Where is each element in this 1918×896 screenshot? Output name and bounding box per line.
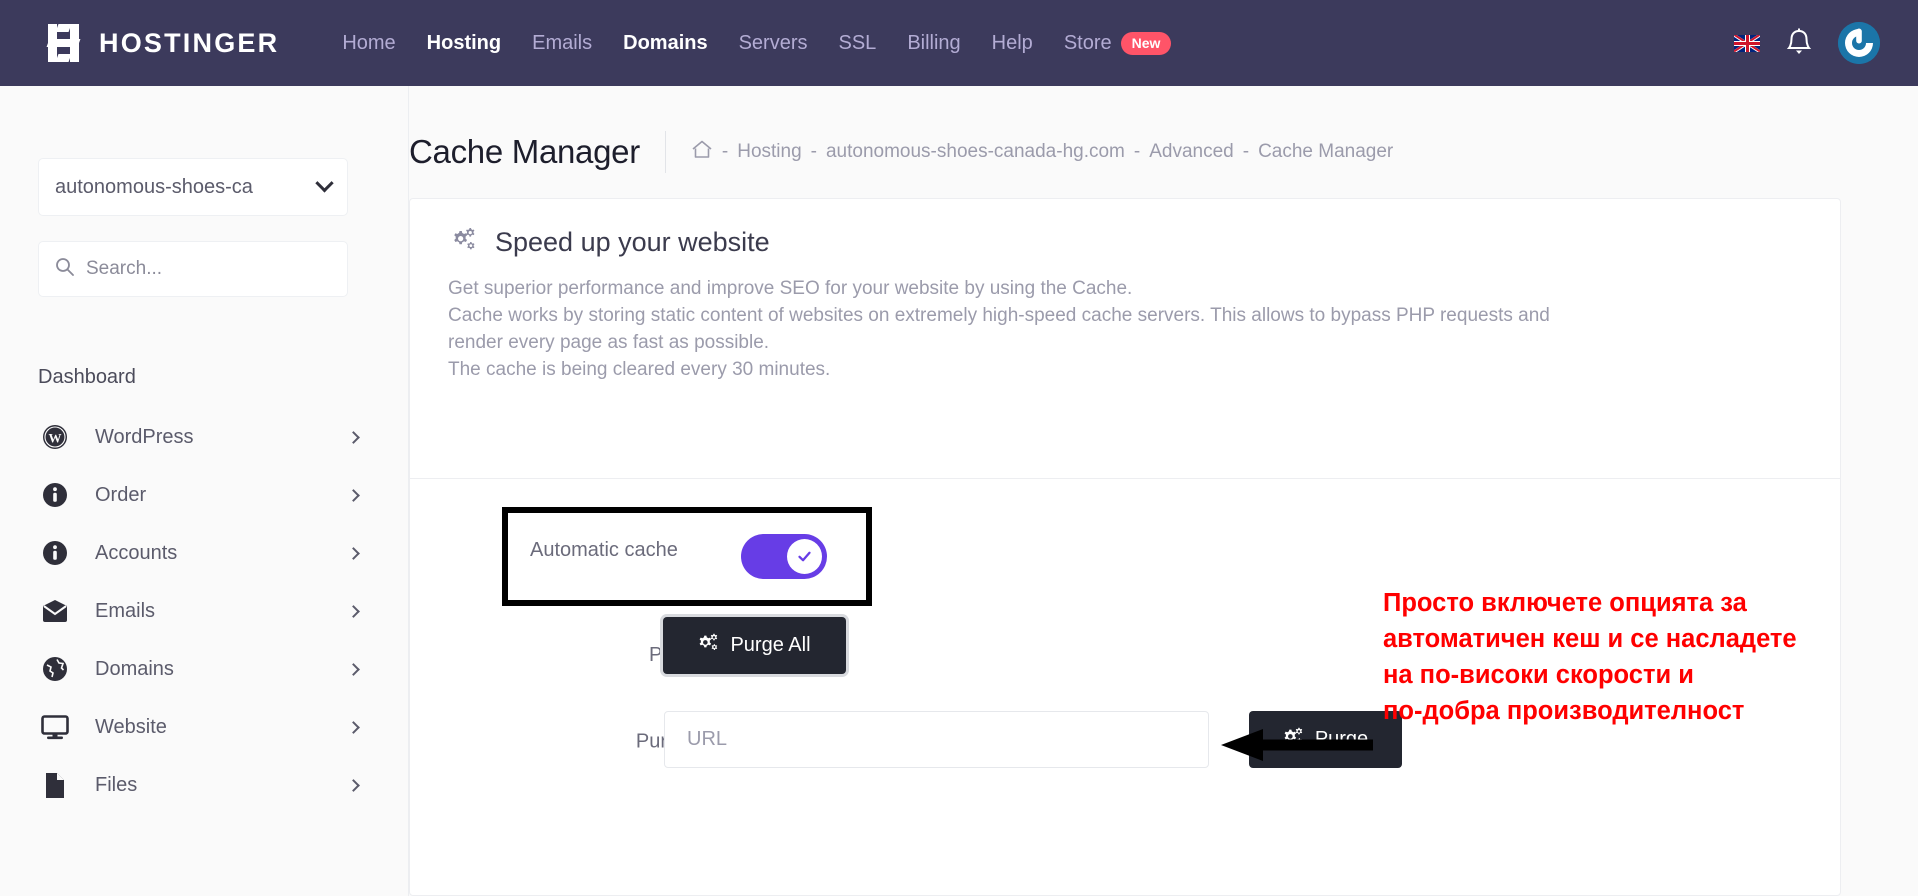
description-line: Get superior performance and improve SEO… <box>448 278 1133 299</box>
brand-name: HOSTINGER <box>99 27 280 58</box>
automatic-cache-toggle[interactable] <box>741 534 827 579</box>
sidebar-item-label: Domains <box>95 657 174 680</box>
breadcrumb-separator: - <box>1242 141 1250 162</box>
search-icon <box>55 257 74 281</box>
nav-item-home[interactable]: Home <box>342 32 395 55</box>
breadcrumb-item-current: Cache Manager <box>1258 141 1394 162</box>
sidebar-menu: W WordPress Order Accounts Emails Domain… <box>38 408 370 814</box>
sidebar-item-order[interactable]: Order <box>38 466 370 524</box>
sidebar: autonomous-shoes-ca Dashboard W <box>0 86 409 896</box>
annotation-line: по-добра производителност <box>1383 697 1745 725</box>
nav-right-actions <box>1734 0 1880 86</box>
store-new-badge: New <box>1120 31 1172 55</box>
hostinger-logo[interactable]: HOSTINGER <box>46 24 280 62</box>
nav-item-store-wrap: Store New <box>1064 31 1172 55</box>
annotation-line: Просто включете опцията за <box>1383 589 1747 617</box>
annotation-line: на по-високи скорости и <box>1383 661 1694 689</box>
nav-item-servers[interactable]: Servers <box>739 32 808 55</box>
card-description: Get superior performance and improve SEO… <box>410 259 1840 383</box>
purge-all-button-label: Purge All <box>730 634 811 656</box>
info-circle-icon <box>38 540 72 566</box>
chevron-right-icon <box>347 430 360 444</box>
info-circle-icon <box>38 482 72 508</box>
globe-icon <box>38 656 72 682</box>
sidebar-item-label: Emails <box>95 599 156 622</box>
nav-item-ssl[interactable]: SSL <box>839 32 877 55</box>
nav-item-billing[interactable]: Billing <box>907 32 960 55</box>
sidebar-item-label: Website <box>95 715 167 738</box>
sidebar-item-label: Accounts <box>95 541 178 564</box>
sidebar-section-label: Dashboard <box>38 366 136 388</box>
left-arrow-icon <box>1221 729 1373 761</box>
svg-text:W: W <box>49 431 62 446</box>
hostinger-logo-icon <box>46 24 84 62</box>
main-content: Cache Manager - Hosting - autonomous-sho… <box>409 86 1918 896</box>
nav-item-help[interactable]: Help <box>992 32 1033 55</box>
breadcrumb-item-advanced[interactable]: Advanced <box>1149 141 1234 163</box>
breadcrumb: - Hosting - autonomous-shoes-canada-hg.c… <box>691 139 1393 165</box>
sidebar-item-emails[interactable]: Emails <box>38 582 370 640</box>
top-navigation-bar: HOSTINGER Home Hosting Emails Domains Se… <box>0 0 1918 86</box>
sidebar-item-accounts[interactable]: Accounts <box>38 524 370 582</box>
page-body: autonomous-shoes-ca Dashboard W <box>0 86 1918 896</box>
breadcrumb-item-hosting[interactable]: Hosting <box>737 141 801 163</box>
sidebar-item-label: Files <box>95 773 138 796</box>
card-divider <box>410 478 1840 479</box>
cogs-icon <box>698 633 719 658</box>
domain-selector-value: autonomous-shoes-ca <box>55 175 253 198</box>
header-divider <box>664 131 666 173</box>
description-line: Cache works by storing static content of… <box>448 305 1550 326</box>
cache-manager-card: Speed up your website Get superior perfo… <box>409 198 1841 896</box>
annotation-text: Просто включете опцията за автоматичен к… <box>1383 585 1913 729</box>
sidebar-item-wordpress[interactable]: W WordPress <box>38 408 370 466</box>
monitor-icon <box>38 714 72 740</box>
sidebar-item-label: Order <box>95 483 147 506</box>
domain-selector[interactable]: autonomous-shoes-ca <box>38 158 348 216</box>
sidebar-item-label: WordPress <box>95 425 194 448</box>
nav-item-store[interactable]: Store <box>1064 32 1112 55</box>
main-nav: Home Hosting Emails Domains Servers SSL … <box>342 31 1172 55</box>
search-input[interactable] <box>86 258 316 280</box>
check-icon <box>798 551 811 562</box>
chevron-right-icon <box>347 546 360 560</box>
annotation-line: автоматичен кеш и се насладете <box>1383 625 1797 653</box>
wordpress-icon: W <box>38 424 72 450</box>
sidebar-item-domains[interactable]: Domains <box>38 640 370 698</box>
breadcrumb-separator: - <box>810 141 817 162</box>
chevron-right-icon <box>347 720 360 734</box>
purge-url-input[interactable] <box>664 711 1209 768</box>
sidebar-item-files[interactable]: Files <box>38 756 370 814</box>
home-icon[interactable] <box>691 139 713 165</box>
file-icon <box>38 772 72 799</box>
bell-icon[interactable] <box>1786 28 1812 58</box>
automatic-cache-label: Automatic cache <box>530 539 678 561</box>
chevron-down-icon <box>315 173 334 192</box>
breadcrumb-separator: - <box>721 141 729 162</box>
page-header: Cache Manager - Hosting - autonomous-sho… <box>409 131 1393 173</box>
uk-flag-icon[interactable] <box>1734 34 1760 52</box>
nav-item-domains[interactable]: Domains <box>623 32 707 55</box>
card-title: Speed up your website <box>495 227 770 257</box>
purge-all-button[interactable]: Purge All <box>663 617 846 674</box>
envelope-icon <box>38 600 72 622</box>
description-line: The cache is being cleared every 30 minu… <box>448 359 831 380</box>
description-line: render every page as fast as possible. <box>448 332 770 353</box>
chevron-right-icon <box>347 604 360 618</box>
gravatar-icon <box>1838 22 1880 64</box>
page-title: Cache Manager <box>409 133 640 170</box>
toggle-knob <box>787 539 822 574</box>
breadcrumb-separator: - <box>1133 141 1141 162</box>
sidebar-search[interactable] <box>38 241 348 297</box>
nav-item-emails[interactable]: Emails <box>532 32 592 55</box>
chevron-right-icon <box>347 778 360 792</box>
card-header: Speed up your website <box>410 199 1840 259</box>
sidebar-item-website[interactable]: Website <box>38 698 370 756</box>
nav-item-hosting[interactable]: Hosting <box>427 32 501 55</box>
chevron-right-icon <box>347 662 360 676</box>
chevron-right-icon <box>347 488 360 502</box>
cogs-icon <box>448 226 478 259</box>
avatar[interactable] <box>1838 22 1880 64</box>
breadcrumb-item-domain[interactable]: autonomous-shoes-canada-hg.com <box>826 141 1125 163</box>
